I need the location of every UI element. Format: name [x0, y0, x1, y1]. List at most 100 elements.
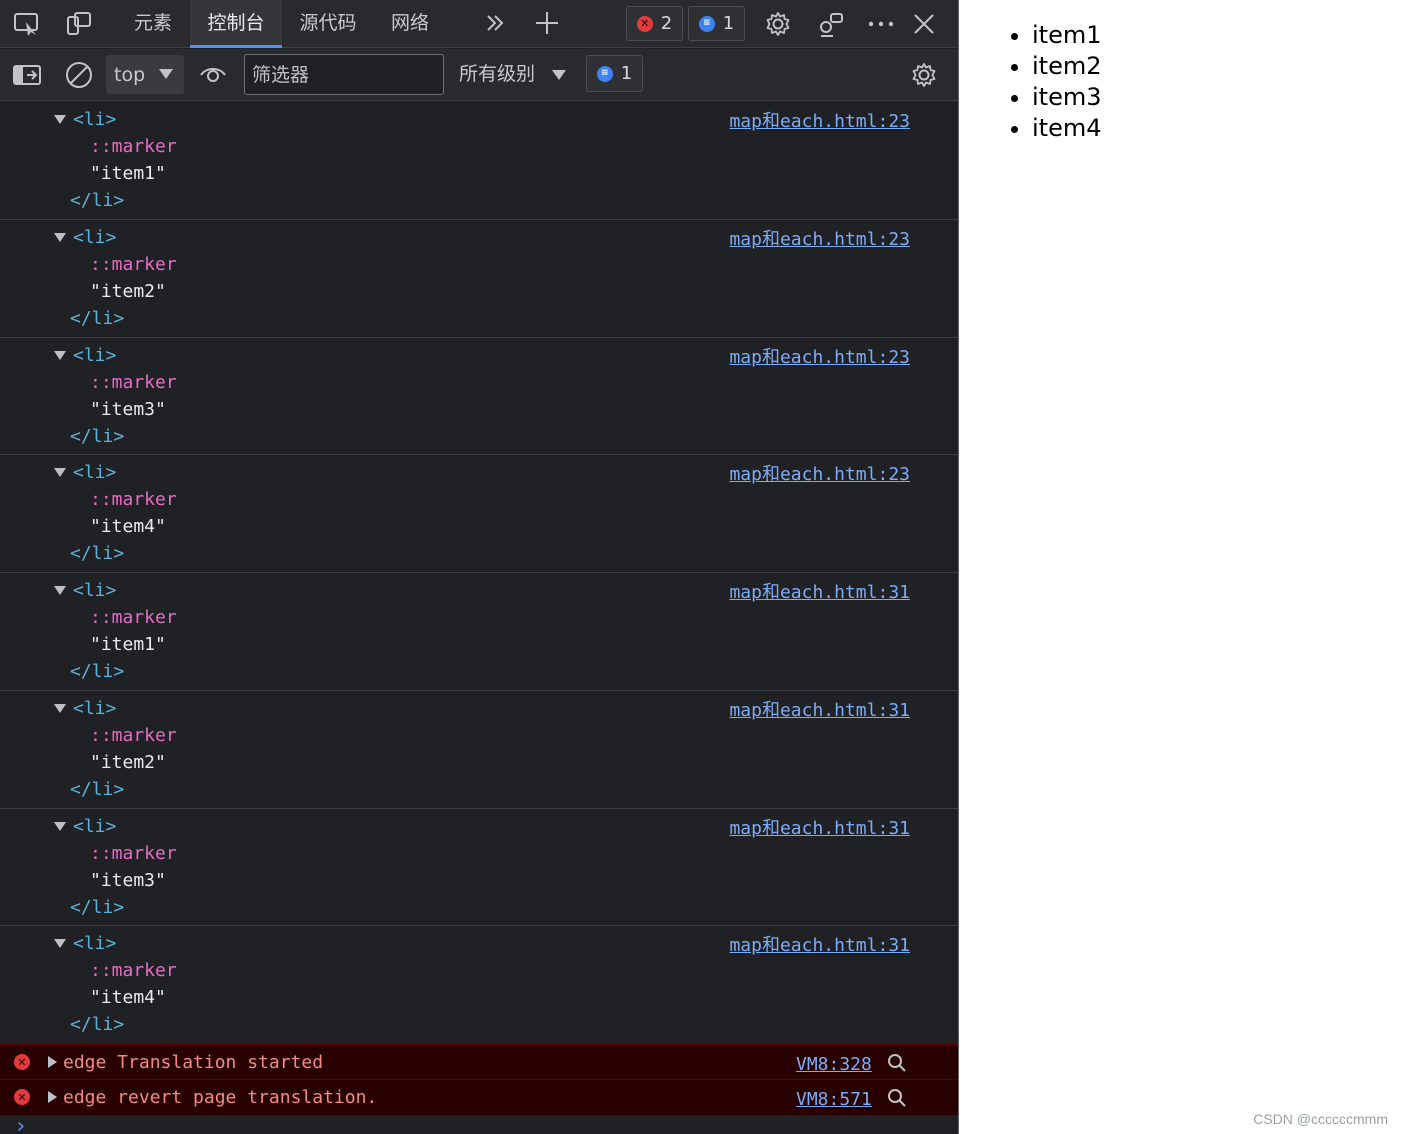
source-link[interactable]: map和each.html:31: [729, 931, 910, 957]
expand-triangle-icon[interactable]: [48, 1091, 57, 1103]
error-log-entry: ✕ edge revert page translation. VM8:571: [0, 1080, 958, 1116]
devtools-panel: 元素 控制台 源代码 网络 ✕ 2 ≡ 1 top 筛选器 所有级别 ≡ 1 <…: [0, 0, 958, 1134]
more-options-ellipsis-icon[interactable]: [866, 10, 896, 38]
expand-triangle-icon[interactable]: [54, 821, 66, 831]
error-circle-icon: ✕: [636, 15, 653, 32]
context-selector[interactable]: top: [106, 55, 184, 94]
source-link[interactable]: map和each.html:23: [729, 107, 910, 133]
log-entry: <li> ::marker "item4" </li> map和each.htm…: [0, 455, 958, 573]
log-entry: <li> ::marker "item4" </li> map和each.htm…: [0, 926, 958, 1044]
settings-gear-icon[interactable]: [763, 9, 793, 39]
source-link[interactable]: map和each.html:23: [729, 460, 910, 486]
log-entry: <li> ::marker "item2" </li> map和each.htm…: [0, 220, 958, 338]
error-message: edge Translation started: [63, 1052, 324, 1073]
close-tag: </li>: [70, 1014, 125, 1036]
clear-console-icon[interactable]: [63, 59, 95, 91]
pseudo-element: ::marker: [90, 724, 177, 746]
source-link[interactable]: map和each.html:23: [729, 343, 910, 369]
rendered-page: item1 item2 item3 item4: [1000, 20, 1102, 144]
console-settings-gear-icon[interactable]: [908, 59, 940, 91]
tab-sources[interactable]: 源代码: [284, 0, 372, 48]
source-link[interactable]: map和each.html:31: [729, 578, 910, 604]
connect-devices-icon[interactable]: [816, 9, 846, 39]
error-icon: ✕: [14, 1089, 30, 1105]
log-entry: <li> ::marker "item2" </li> map和each.htm…: [0, 691, 958, 809]
expand-triangle-icon[interactable]: [54, 468, 66, 478]
pseudo-element: ::marker: [90, 489, 177, 511]
pseudo-element: ::marker: [90, 842, 177, 864]
close-tag: </li>: [70, 307, 125, 329]
text-node: "item4": [90, 516, 166, 538]
open-tag: <li>: [73, 109, 117, 130]
list-item: item2: [1032, 51, 1102, 82]
close-devtools-icon[interactable]: [910, 10, 938, 38]
device-emulation-icon[interactable]: [64, 10, 94, 38]
inspect-element-icon[interactable]: [12, 10, 42, 38]
close-tag: </li>: [70, 778, 125, 800]
source-link[interactable]: map和each.html:31: [729, 696, 910, 722]
console-prompt[interactable]: ›: [14, 1116, 27, 1134]
log-entry: <li> ::marker "item1" </li> map和each.htm…: [0, 573, 958, 691]
tab-elements[interactable]: 元素: [118, 0, 188, 48]
list-item: item3: [1032, 82, 1102, 113]
chevron-down-icon: [159, 69, 173, 79]
filter-input[interactable]: [244, 54, 444, 95]
panel-divider[interactable]: [958, 0, 959, 1134]
live-expression-eye-icon[interactable]: [198, 62, 228, 88]
list-item: item4: [1032, 113, 1102, 144]
issues-count: 1: [620, 63, 633, 84]
more-tabs-chevron-icon[interactable]: [482, 10, 508, 36]
error-icon: ✕: [14, 1054, 30, 1070]
message-count: 1: [722, 13, 735, 34]
open-tag: <li>: [73, 226, 117, 248]
expand-triangle-icon[interactable]: [54, 350, 66, 360]
log-levels-dropdown[interactable]: 所有级别: [459, 55, 566, 94]
add-tab-plus-icon[interactable]: [532, 9, 562, 37]
expand-triangle-icon[interactable]: [48, 1056, 57, 1068]
expand-triangle-icon[interactable]: [54, 115, 66, 124]
search-icon[interactable]: [887, 1088, 907, 1113]
open-tag: <li>: [73, 933, 117, 955]
error-count: 2: [660, 13, 673, 34]
console-toolbar: top 所有级别 ≡ 1: [0, 49, 958, 101]
text-node: "item3": [90, 398, 166, 420]
search-icon[interactable]: [887, 1053, 907, 1078]
message-count-badge[interactable]: ≡ 1: [688, 6, 745, 41]
source-link[interactable]: map和each.html:31: [729, 814, 910, 840]
error-message: edge revert page translation.: [63, 1087, 378, 1108]
list-item: item1: [1032, 20, 1102, 51]
open-tag: <li>: [73, 462, 117, 484]
expand-triangle-icon[interactable]: [54, 232, 66, 242]
source-link[interactable]: map和each.html:23: [729, 225, 910, 251]
log-levels-label: 所有级别: [459, 63, 536, 85]
expand-triangle-icon[interactable]: [54, 703, 66, 713]
close-tag: </li>: [70, 896, 125, 918]
watermark: CSDN @ccccccmmm: [1253, 1111, 1388, 1127]
text-node: "item4": [90, 987, 166, 1009]
text-node: "item1": [90, 163, 166, 184]
log-entry: <li> ::marker "item3" </li> map和each.htm…: [0, 809, 958, 927]
error-log-entry: ✕ edge Translation started VM8:328: [0, 1044, 958, 1080]
close-tag: </li>: [70, 543, 125, 565]
open-tag: <li>: [73, 697, 117, 719]
context-label: top: [114, 63, 146, 86]
text-node: "item1": [90, 634, 166, 655]
item-list: item1 item2 item3 item4: [1000, 20, 1102, 144]
error-count-badge[interactable]: ✕ 2: [626, 6, 683, 41]
text-node: "item2": [90, 751, 166, 773]
show-sidebar-icon[interactable]: [11, 60, 43, 90]
devtools-tab-bar: 元素 控制台 源代码 网络 ✕ 2 ≡ 1: [0, 0, 958, 48]
tab-console[interactable]: 控制台: [190, 0, 282, 48]
expand-triangle-icon[interactable]: [54, 586, 66, 595]
expand-triangle-icon[interactable]: [54, 939, 66, 949]
log-entry: <li> ::marker "item1" </li> map和each.htm…: [0, 102, 958, 220]
text-node: "item2": [90, 280, 166, 302]
tab-network[interactable]: 网络: [376, 0, 444, 48]
error-source-link[interactable]: VM8:328: [796, 1045, 872, 1085]
console-log: <li> ::marker "item1" </li> map和each.htm…: [0, 102, 958, 1116]
open-tag: <li>: [73, 580, 117, 601]
chevron-down-icon: [552, 70, 566, 80]
open-tag: <li>: [73, 344, 117, 366]
error-source-link[interactable]: VM8:571: [796, 1080, 872, 1120]
issues-badge[interactable]: ≡ 1: [586, 55, 643, 92]
